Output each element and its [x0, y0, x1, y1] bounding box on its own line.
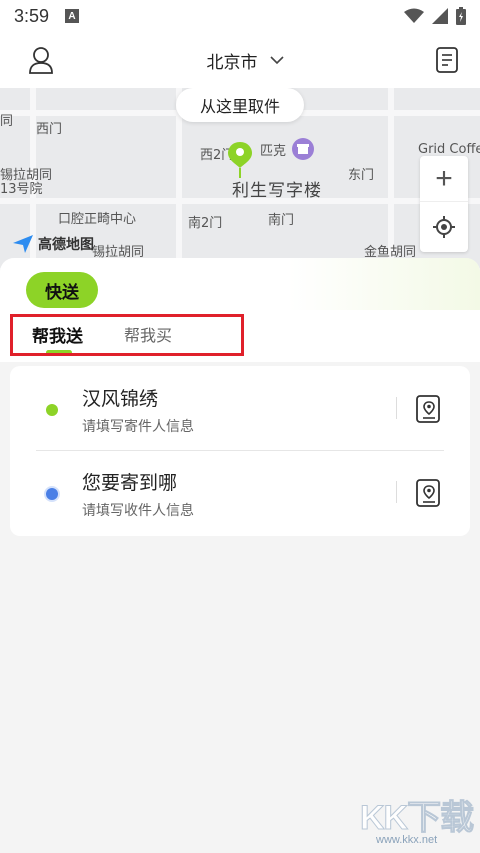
watermark-logo: KK下载 — [359, 799, 474, 838]
status-icons — [404, 7, 466, 25]
wifi-icon — [404, 8, 424, 23]
signal-icon — [432, 8, 448, 24]
watermark: KK下载 www.kkx.net — [356, 790, 476, 850]
watermark-url: www.kkx.net — [376, 834, 438, 846]
address-card: 汉风锦绣 请填写寄件人信息 您要寄到哪 请填写收件人信息 — [10, 366, 470, 536]
map-label: 南门 — [268, 213, 295, 228]
map-label: 口腔正畸中心 — [58, 212, 137, 227]
row-divider — [36, 450, 444, 451]
map-label: Grid Coffe — [418, 142, 480, 157]
status-bar: 3:59 A — [0, 0, 480, 32]
map-controls: + — [420, 156, 468, 252]
chevron-down-icon — [269, 55, 284, 64]
address-book-icon[interactable] — [414, 478, 444, 508]
map-label: 南2门 — [188, 216, 223, 231]
crosshair-icon — [433, 216, 455, 238]
pickup-bubble: 从这里取件 — [176, 88, 304, 122]
amap-logo: 高德地图 — [12, 234, 94, 254]
annotation-highlight-box — [10, 314, 244, 356]
order-panel: 快送 帮我送 帮我买 汉风锦绣 请填写寄件人信息 您要寄到哪 请填写收件人信息 — [0, 258, 480, 853]
map-label: 东门 — [348, 168, 375, 183]
app-header: 北京市 — [0, 32, 480, 88]
sender-title: 汉风锦绣 — [82, 388, 159, 410]
battery-icon — [456, 7, 466, 25]
locate-button[interactable] — [420, 202, 468, 252]
order-list-icon[interactable] — [436, 47, 458, 73]
amap-brand-text: 高德地图 — [38, 237, 94, 253]
map-label: 同 — [0, 114, 14, 129]
sender-dot — [46, 404, 58, 416]
divider — [396, 397, 397, 419]
receiver-address-row[interactable]: 您要寄到哪 请填写收件人信息 — [10, 452, 470, 536]
user-profile-icon[interactable] — [28, 46, 54, 74]
city-name: 北京市 — [206, 52, 258, 73]
map-view[interactable]: 同 西门 西2门 匹克 东门 Grid Coffe 锡拉胡同 13号院 口腔正畸… — [0, 88, 480, 268]
receiver-title: 您要寄到哪 — [82, 472, 178, 494]
address-book-icon[interactable] — [414, 394, 444, 424]
city-selector[interactable]: 北京市 — [207, 48, 284, 73]
shop-icon — [292, 138, 314, 160]
sender-hint: 请填写寄件人信息 — [82, 419, 194, 435]
express-service-tag[interactable]: 快送 — [26, 272, 98, 308]
sender-address-row[interactable]: 汉风锦绣 请填写寄件人信息 — [10, 366, 470, 450]
receiver-dot — [46, 488, 58, 500]
status-time: 3:59 — [14, 5, 50, 26]
map-label: 13号院 — [0, 182, 43, 197]
map-label: 匹克 — [260, 144, 287, 159]
divider — [396, 481, 397, 503]
zoom-in-button[interactable]: + — [420, 156, 468, 202]
receiver-hint: 请填写收件人信息 — [82, 503, 194, 519]
amap-logo-icon — [13, 235, 33, 253]
notification-icon: A — [65, 9, 80, 23]
location-pin-icon — [228, 142, 252, 178]
map-label: 西门 — [36, 122, 63, 137]
